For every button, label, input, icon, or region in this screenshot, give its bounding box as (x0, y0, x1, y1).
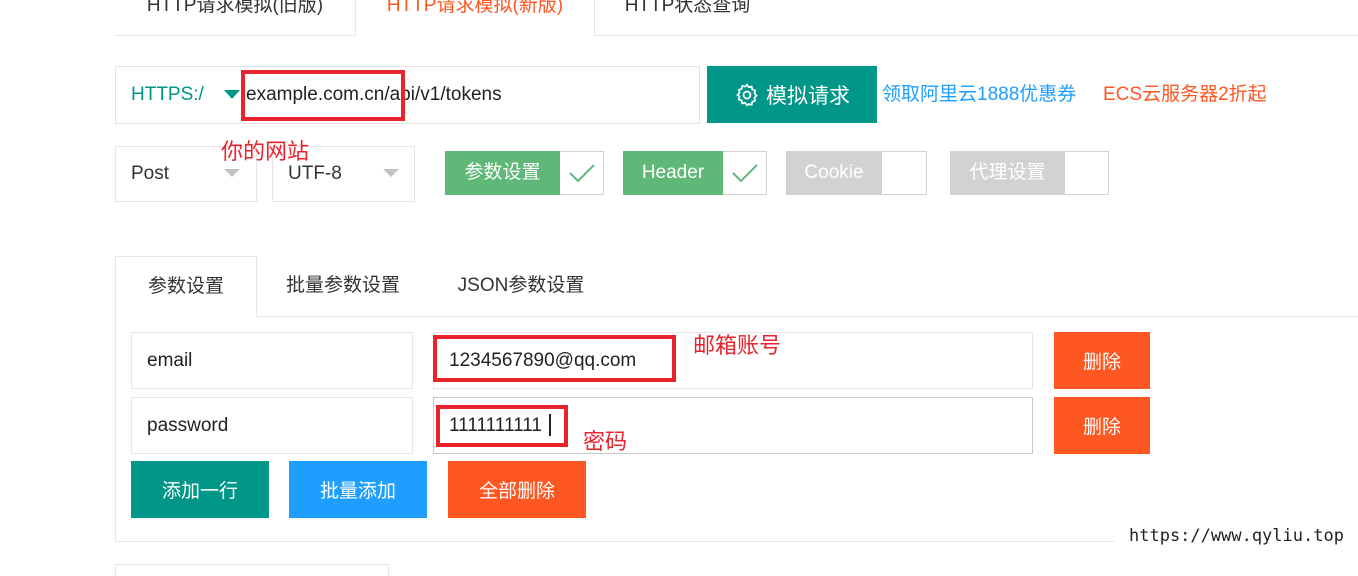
check-icon (723, 151, 767, 195)
batch-add-button[interactable]: 批量添加 (289, 461, 427, 518)
promo-link-ecs[interactable]: ECS云服务器2折起 (1103, 79, 1267, 106)
annotation-box-password (436, 405, 568, 447)
tab-http-old[interactable]: HTTP请求模拟(旧版) (115, 0, 355, 36)
switch-cookie[interactable]: Cookie (786, 151, 927, 195)
annotation-password: 密码 (583, 429, 628, 454)
tab-http-status[interactable]: HTTP状态查询 (595, 0, 780, 36)
promo-link-coupon[interactable]: 领取阿里云1888优惠券 (882, 79, 1076, 106)
tab-batch-params[interactable]: 批量参数设置 (262, 256, 424, 317)
watermark: https://www.qyliu.top (1114, 520, 1358, 554)
param-key-input[interactable]: email (131, 332, 413, 389)
switch-cookie-label: Cookie (786, 151, 882, 195)
annotation-site: 你的网站 (221, 139, 310, 164)
chevron-down-icon (383, 169, 399, 177)
result-box (115, 564, 389, 576)
gear-icon (736, 82, 758, 106)
annotation-box-email (433, 335, 676, 382)
switch-header[interactable]: Header (623, 151, 767, 195)
delete-row-button[interactable]: 删除 (1054, 332, 1150, 389)
simulate-request-button[interactable]: 模拟请求 (707, 66, 877, 123)
switch-proxy[interactable]: 代理设置 (950, 151, 1109, 195)
tab-params[interactable]: 参数设置 (115, 256, 257, 317)
chevron-down-icon (224, 169, 240, 177)
delete-row-button[interactable]: 删除 (1054, 397, 1150, 454)
annotation-box-site (241, 70, 405, 121)
delete-all-button[interactable]: 全部删除 (448, 461, 586, 518)
chevron-down-icon (224, 90, 240, 99)
add-row-button[interactable]: 添加一行 (131, 461, 269, 518)
annotation-email: 邮箱账号 (693, 333, 782, 358)
check-icon (560, 151, 604, 195)
switch-params-label: 参数设置 (445, 151, 560, 195)
tab-http-new[interactable]: HTTP请求模拟(新版) (355, 0, 595, 36)
switch-header-label: Header (623, 151, 723, 195)
simulate-request-label: 模拟请求 (766, 84, 850, 108)
protocol-select[interactable]: HTTPS:/ (131, 82, 204, 108)
param-key-input[interactable]: password (131, 397, 413, 454)
switch-proxy-label: 代理设置 (950, 151, 1065, 195)
switch-params[interactable]: 参数设置 (445, 151, 604, 195)
tab-json-params[interactable]: JSON参数设置 (432, 256, 610, 317)
